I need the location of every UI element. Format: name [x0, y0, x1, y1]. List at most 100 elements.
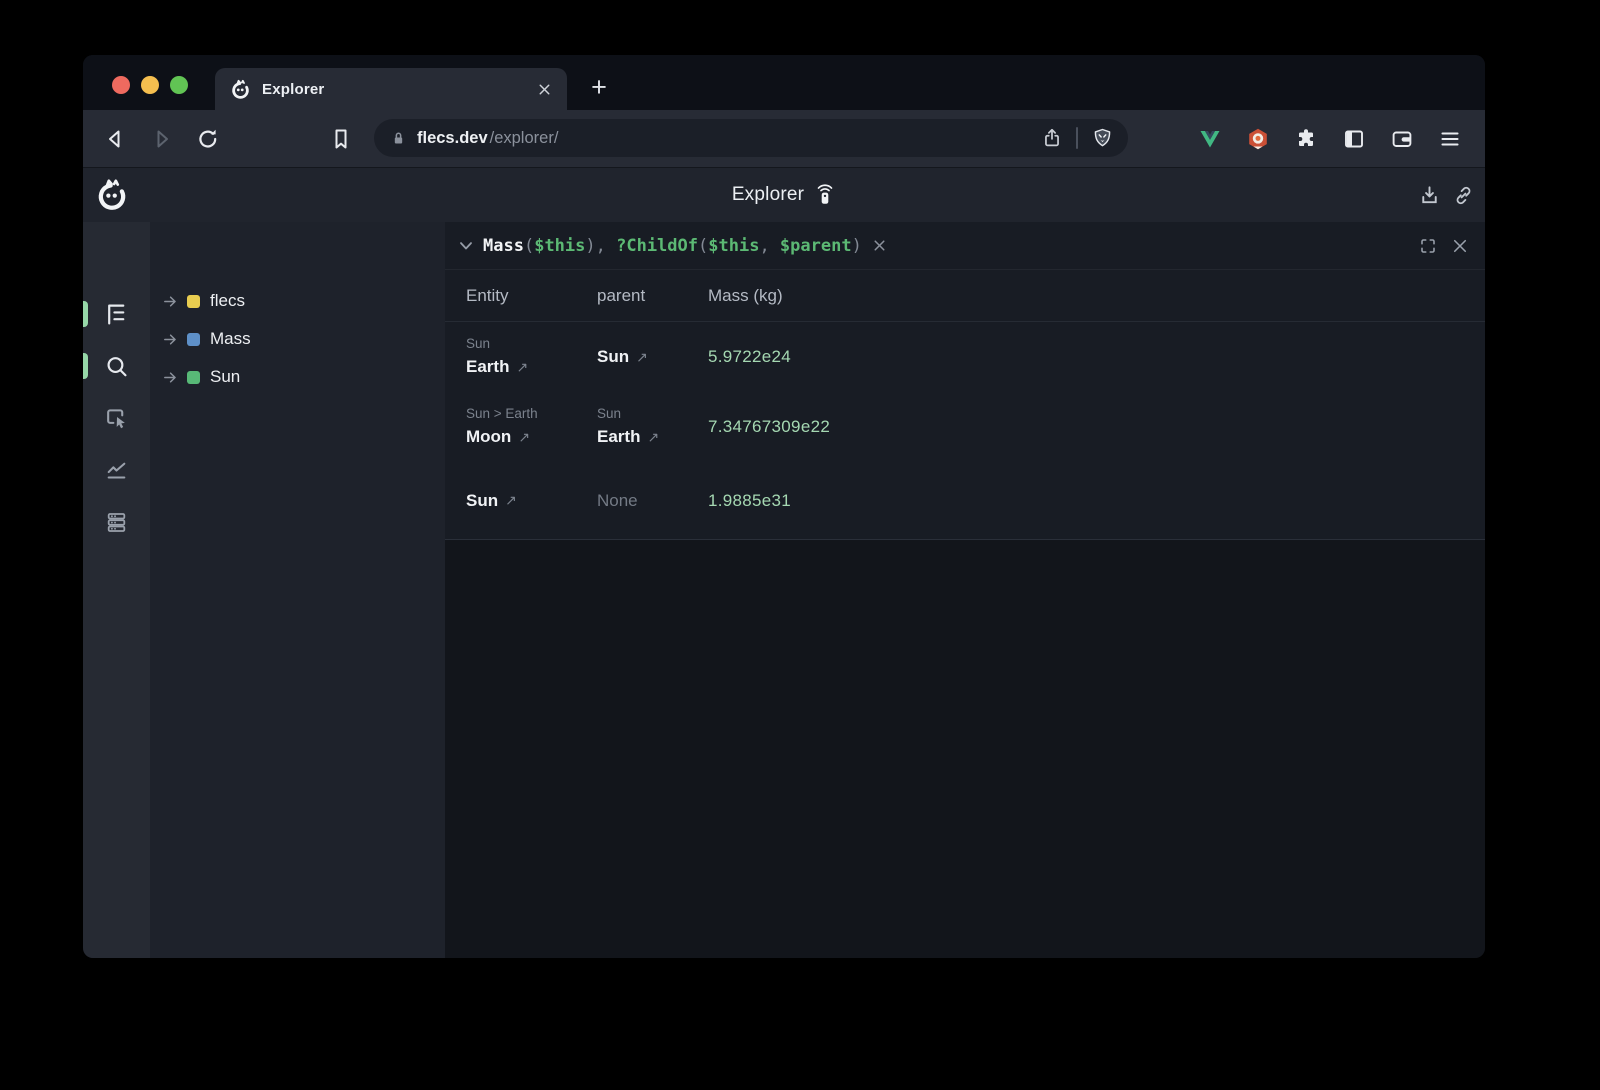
- tab-strip: Explorer +: [83, 55, 1485, 110]
- sidebar-item-inspector[interactable]: [83, 392, 150, 444]
- forward-button[interactable]: [150, 127, 174, 151]
- wallet-icon[interactable]: [1390, 127, 1414, 151]
- tab-title: Explorer: [262, 81, 525, 98]
- content-area: flecs Mass Sun: [83, 222, 1485, 958]
- entity-path: Sun: [597, 404, 708, 424]
- entity-name[interactable]: Sun: [466, 488, 498, 514]
- inspector-icon: [104, 406, 129, 431]
- entity-path: Sun > Earth: [466, 404, 597, 424]
- sidebar-toggle-icon[interactable]: [1342, 127, 1366, 151]
- entity-name[interactable]: Sun: [597, 344, 629, 370]
- external-link-icon[interactable]: ↗: [505, 490, 517, 511]
- close-panel-icon[interactable]: [1451, 237, 1469, 255]
- query-token: ),: [585, 236, 616, 256]
- entity-name[interactable]: Earth: [466, 354, 509, 380]
- external-link-icon[interactable]: ↗: [636, 347, 648, 368]
- entity-tree-panel: flecs Mass Sun: [150, 222, 445, 958]
- remote-connection-icon[interactable]: [814, 184, 836, 206]
- tree-item-label[interactable]: Mass: [210, 329, 251, 349]
- entity-color-swatch: [187, 333, 200, 346]
- reload-button[interactable]: [196, 127, 220, 151]
- tab-close-icon[interactable]: [536, 81, 553, 98]
- expand-arrow-icon[interactable]: [162, 293, 179, 310]
- browser-toolbar: flecs.dev /explorer/: [83, 110, 1485, 167]
- tree-item-sun[interactable]: Sun: [150, 358, 445, 396]
- stats-icon: [104, 510, 129, 535]
- tree-item-label[interactable]: flecs: [210, 291, 245, 311]
- mass-value: 1.9885e31: [708, 491, 1485, 511]
- tree-item-flecs[interactable]: flecs: [150, 282, 445, 320]
- bookmark-icon[interactable]: [329, 127, 353, 151]
- query-token: Mass: [483, 236, 524, 256]
- flecs-logo-icon[interactable]: [95, 178, 129, 212]
- query-token: ?ChildOf: [616, 236, 698, 256]
- puzzle-extensions-icon[interactable]: [1294, 127, 1318, 151]
- download-icon[interactable]: [1418, 184, 1441, 207]
- link-icon[interactable]: [1452, 184, 1475, 207]
- entity-link[interactable]: Moon ↗: [466, 424, 597, 450]
- table-header-row: Entity parent Mass (kg): [445, 269, 1485, 322]
- fullscreen-icon[interactable]: [1419, 237, 1437, 255]
- table-row: Sun Earth ↗ Sun ↗ 5.9722e24: [445, 322, 1485, 392]
- browser-tab-explorer[interactable]: Explorer: [215, 68, 567, 110]
- url-domain: flecs.dev: [417, 129, 488, 148]
- query-token: ,: [759, 236, 779, 256]
- sidebar-item-search[interactable]: [83, 340, 150, 392]
- lock-icon: [390, 130, 407, 147]
- external-link-icon[interactable]: ↗: [518, 427, 530, 448]
- entity-path: Sun: [466, 334, 597, 354]
- parent-cell: None: [597, 491, 708, 511]
- external-link-icon[interactable]: ↗: [647, 427, 659, 448]
- url-bar[interactable]: flecs.dev /explorer/: [374, 119, 1128, 157]
- tree-outline-icon: [104, 302, 129, 327]
- browser-window: Explorer +: [83, 55, 1485, 958]
- app-header: Explorer: [83, 167, 1485, 222]
- entity-link[interactable]: Earth ↗: [466, 354, 597, 380]
- entity-cell: Sun Earth ↗: [466, 334, 597, 380]
- entity-link[interactable]: Earth ↗: [597, 424, 708, 450]
- sidebar-item-chart[interactable]: [83, 444, 150, 496]
- query-token: $this: [708, 236, 759, 256]
- brave-shield-icon[interactable]: [1091, 127, 1114, 150]
- query-token: $parent: [780, 236, 852, 256]
- vue-devtools-icon[interactable]: [1198, 127, 1222, 151]
- query-token: ): [852, 236, 862, 256]
- tree-item-mass[interactable]: Mass: [150, 320, 445, 358]
- column-header-entity: Entity: [466, 286, 597, 306]
- sidebar-item-stats[interactable]: [83, 496, 150, 548]
- mass-value: 5.9722e24: [708, 347, 1485, 367]
- parent-cell: Sun ↗: [597, 344, 708, 370]
- fullscreen-window-button[interactable]: [170, 76, 188, 94]
- collapse-chevron-icon[interactable]: [456, 236, 476, 256]
- entity-name[interactable]: Moon: [466, 424, 511, 450]
- query-bar: Mass($this), ?ChildOf($this, $parent): [445, 222, 1485, 269]
- sidebar-item-tree[interactable]: [83, 288, 150, 340]
- close-window-button[interactable]: [112, 76, 130, 94]
- table-row: Sun ↗ None 1.9885e31: [445, 462, 1485, 539]
- entity-link[interactable]: Sun ↗: [597, 344, 708, 370]
- mass-value: 7.34767309e22: [708, 417, 1485, 437]
- main-panel: Mass($this), ?ChildOf($this, $parent): [445, 222, 1485, 958]
- window-controls: [112, 76, 188, 94]
- expand-arrow-icon[interactable]: [162, 331, 179, 348]
- expand-arrow-icon[interactable]: [162, 369, 179, 386]
- clear-query-icon[interactable]: [871, 237, 888, 254]
- entity-name[interactable]: Earth: [597, 424, 640, 450]
- entity-color-swatch: [187, 371, 200, 384]
- extensions-row: [1198, 127, 1462, 151]
- parent-cell: Sun Earth ↗: [597, 404, 708, 450]
- minimize-window-button[interactable]: [141, 76, 159, 94]
- hexagon-extension-icon[interactable]: [1246, 127, 1270, 151]
- share-icon[interactable]: [1041, 127, 1063, 149]
- new-tab-button[interactable]: +: [586, 75, 612, 99]
- external-link-icon[interactable]: ↗: [516, 357, 528, 378]
- query-expression[interactable]: Mass($this), ?ChildOf($this, $parent): [483, 236, 862, 256]
- icon-sidebar: [83, 222, 150, 958]
- column-header-parent: parent: [597, 286, 708, 306]
- back-button[interactable]: [103, 127, 127, 151]
- entity-link[interactable]: Sun ↗: [466, 488, 597, 514]
- tree-item-label[interactable]: Sun: [210, 367, 240, 387]
- query-token: (: [524, 236, 534, 256]
- menu-hamburger-icon[interactable]: [1438, 127, 1462, 151]
- entity-cell: Sun ↗: [466, 488, 597, 514]
